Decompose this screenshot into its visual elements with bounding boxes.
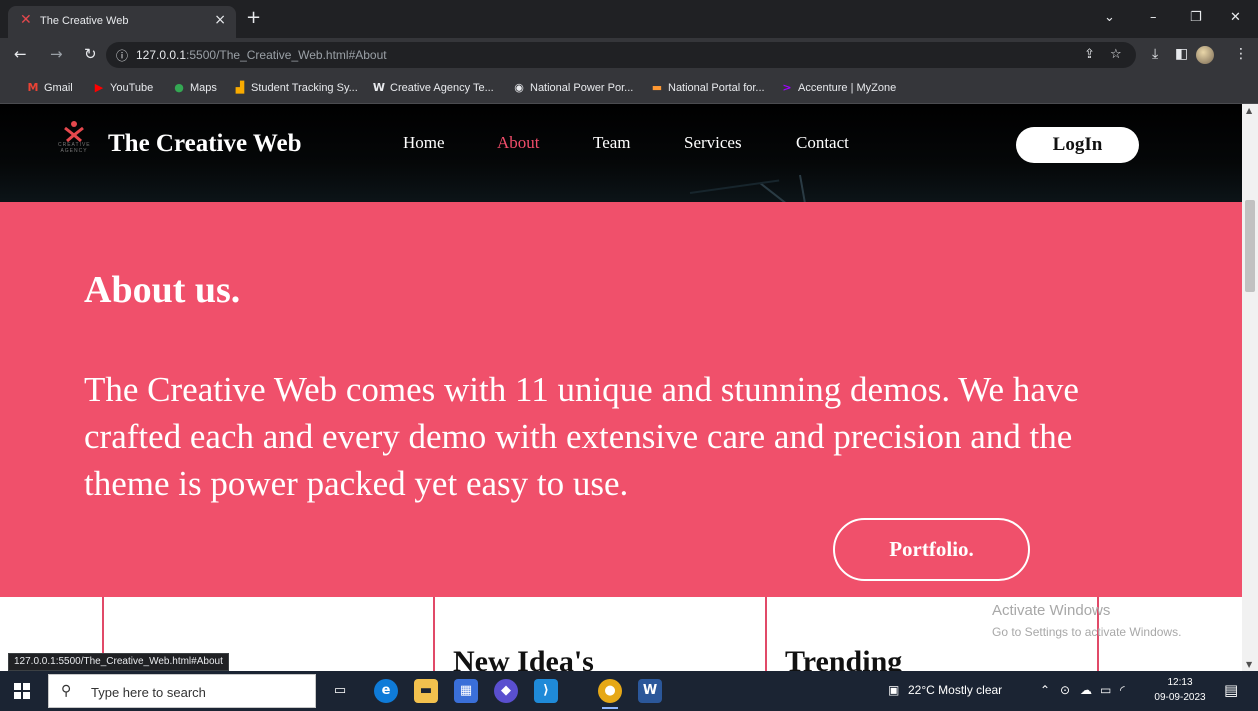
new-tab-button[interactable]: +	[246, 9, 261, 27]
browser-tab-strip: ✕ The Creative Web × + ⌄ – ❐ ✕	[0, 0, 1258, 38]
windows-taskbar: ⚲ Type here to search ▭ e ▬ ▦ ◆ ⟩ ● W ▣ …	[0, 671, 1258, 711]
logo-icon[interactable]	[62, 120, 86, 142]
bookmark-label: Accenture | MyZone	[798, 82, 897, 94]
feature-card[interactable]: New Idea's	[433, 597, 767, 671]
word-icon[interactable]: W	[638, 679, 662, 703]
card-title: Trending	[785, 645, 903, 671]
w-icon: W	[372, 81, 386, 94]
bookmark-item[interactable]: ▶ YouTube	[92, 81, 153, 94]
link-status-bubble: 127.0.0.1:5500/The_Creative_Web.html#Abo…	[8, 653, 229, 671]
browser-tab[interactable]: ✕ The Creative Web ×	[8, 6, 236, 38]
edge-icon[interactable]: e	[374, 679, 398, 703]
bookmarks-bar: M Gmail ▶ YouTube ● Maps ▟ Student Tracking Sy.…	[0, 72, 1258, 104]
about-section: About us. The Creative Web comes with 11…	[0, 202, 1242, 597]
card-title: New Idea's	[453, 645, 594, 671]
india-flag-icon: ▬	[651, 81, 663, 94]
nav-contact[interactable]: Contact	[796, 133, 849, 153]
screen: ✕ The Creative Web × + ⌄ – ❐ ✕ ← → ↻ ⓘ 1…	[0, 0, 1258, 711]
bookmark-label: Gmail	[44, 82, 73, 94]
vscode-icon[interactable]: ⟩	[534, 679, 558, 703]
file-explorer-icon[interactable]: ▬	[414, 679, 438, 703]
about-title: About us.	[84, 269, 241, 311]
page-scrollbar[interactable]: ▲ ▼	[1242, 104, 1258, 671]
info-icon[interactable]: ⓘ	[116, 47, 128, 64]
download-icon[interactable]: ⤓	[1152, 46, 1158, 62]
task-view-icon[interactable]: ▭	[328, 679, 352, 703]
bookmark-label: Creative Agency Te...	[390, 82, 494, 94]
nav-about[interactable]: About	[497, 133, 540, 153]
minimize-icon[interactable]: –	[1150, 10, 1157, 25]
bookmark-item[interactable]: M Gmail	[26, 81, 73, 94]
globe-icon: ◉	[514, 81, 524, 94]
portfolio-button[interactable]: Portfolio.	[833, 518, 1030, 581]
bookmark-label: Maps	[190, 82, 217, 94]
tab-search-icon[interactable]: ⌄	[1104, 10, 1115, 25]
window-close-icon[interactable]: ✕	[1230, 10, 1241, 25]
url-text: 127.0.0.1:5500/The_Creative_Web.html#Abo…	[136, 48, 387, 62]
clock-date: 09-09-2023	[1154, 692, 1206, 703]
scroll-down-icon[interactable]: ▼	[1246, 660, 1252, 669]
restore-icon[interactable]: ❐	[1190, 10, 1202, 25]
store-icon[interactable]: ▦	[454, 679, 478, 703]
notification-icon[interactable]: ▤	[1224, 681, 1238, 699]
bookmark-label: National Portal for...	[668, 82, 765, 94]
side-panel-icon[interactable]: ◧	[1175, 46, 1188, 62]
nav-home[interactable]: Home	[403, 133, 445, 153]
youtube-icon: ▶	[94, 81, 104, 94]
login-button[interactable]: LogIn	[1016, 127, 1139, 163]
app-icon[interactable]: ◆	[494, 679, 518, 703]
scrollbar-thumb[interactable]	[1245, 200, 1255, 292]
close-icon[interactable]: ×	[214, 12, 226, 28]
profile-avatar[interactable]	[1196, 46, 1214, 64]
chrome-icon[interactable]: ●	[598, 679, 622, 709]
bookmark-item[interactable]: ▟ Student Tracking Sy...	[233, 81, 358, 94]
about-description: The Creative Web comes with 11 unique an…	[84, 370, 1079, 503]
accenture-icon: >	[782, 81, 792, 94]
network-icon[interactable]: ☁	[1080, 683, 1092, 697]
gmail-icon: M	[27, 81, 39, 94]
bookmark-item[interactable]: ● Maps	[172, 81, 217, 94]
menu-icon[interactable]: ⋮	[1234, 46, 1248, 62]
search-placeholder: Type here to search	[91, 685, 206, 700]
chevron-up-icon[interactable]: ⌃	[1040, 683, 1050, 697]
scroll-up-icon[interactable]: ▲	[1246, 106, 1252, 115]
bookmark-label: YouTube	[110, 82, 154, 94]
activation-watermark-title: Activate Windows	[992, 602, 1111, 619]
x-logo-icon: ✕	[20, 12, 32, 28]
site-header: CREATIVE AGENCY The Creative Web Home Ab…	[0, 104, 1242, 202]
bookmark-label: Student Tracking Sy...	[251, 82, 358, 94]
weather-icon[interactable]: ▣	[888, 683, 899, 697]
nav-services[interactable]: Services	[684, 133, 742, 153]
page-viewport: CREATIVE AGENCY The Creative Web Home Ab…	[0, 104, 1242, 671]
site-brand[interactable]: The Creative Web	[108, 130, 302, 158]
background-streak	[799, 174, 808, 202]
taskbar-clock[interactable]: 12:13 09-09-2023	[1150, 675, 1210, 705]
wifi-icon[interactable]: ◜	[1120, 683, 1125, 697]
meet-icon[interactable]: ⊙	[1060, 683, 1070, 697]
bookmark-item[interactable]: > Accenture | MyZone	[780, 81, 896, 94]
clock-time: 12:13	[1167, 677, 1193, 688]
taskbar-search[interactable]: ⚲ Type here to search	[48, 674, 316, 708]
windows-start-icon[interactable]	[14, 683, 30, 699]
bookmark-item[interactable]: W Creative Agency Te...	[372, 81, 494, 94]
tab-title: The Creative Web	[40, 15, 129, 27]
bookmark-label: National Power Por...	[530, 82, 634, 94]
bookmark-item[interactable]: ◉ National Power Por...	[512, 81, 633, 94]
nav-team[interactable]: Team	[593, 133, 631, 153]
browser-toolbar: ← → ↻ ⓘ 127.0.0.1:5500/The_Creative_Web.…	[0, 38, 1258, 72]
battery-icon[interactable]: ▭	[1100, 683, 1111, 697]
activation-watermark-subtitle: Go to Settings to activate Windows.	[992, 625, 1182, 639]
chart-icon: ▟	[235, 81, 245, 94]
star-icon[interactable]: ☆	[1110, 47, 1122, 62]
logo-subtitle: CREATIVE AGENCY	[58, 142, 91, 154]
back-icon[interactable]: ←	[14, 46, 27, 62]
share-icon[interactable]: ⇪	[1084, 47, 1095, 62]
address-bar[interactable]: ⓘ 127.0.0.1:5500/The_Creative_Web.html#A…	[106, 42, 1136, 68]
forward-icon[interactable]: →	[50, 46, 63, 62]
reload-icon[interactable]: ↻	[84, 46, 97, 62]
bookmark-item[interactable]: ▬ National Portal for...	[650, 81, 765, 94]
maps-icon: ●	[174, 81, 184, 94]
search-icon: ⚲	[61, 683, 72, 699]
weather-text[interactable]: 22°C Mostly clear	[908, 683, 1002, 697]
